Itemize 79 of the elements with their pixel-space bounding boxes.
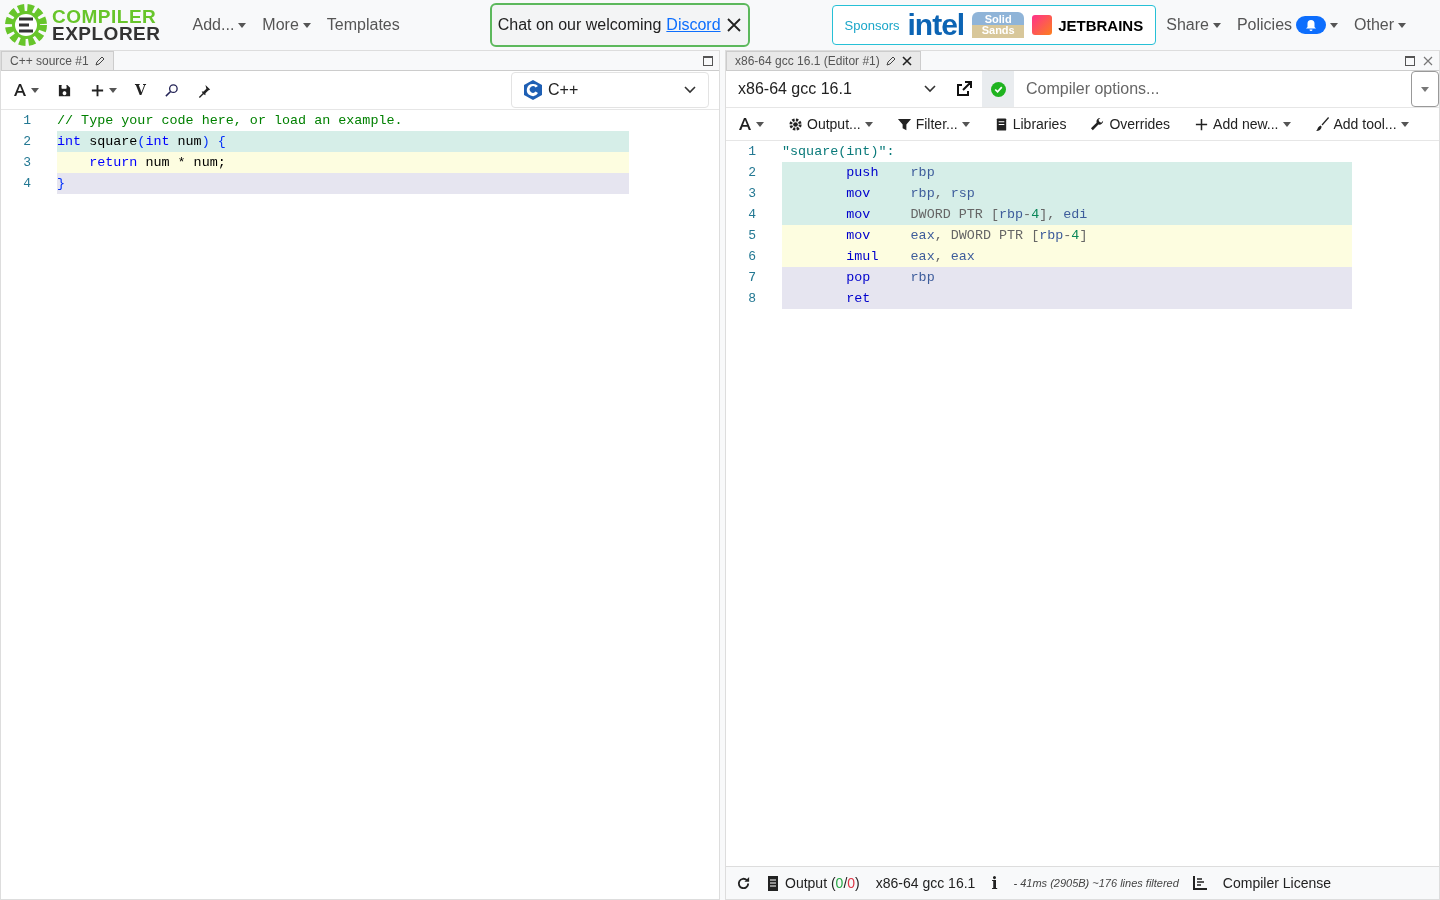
caret-icon [1421,86,1429,92]
vim-button[interactable]: V [133,80,148,100]
code-line: // Type your code here, or load an example. [57,112,404,130]
font-size-button[interactable] [736,115,766,133]
jetbrains-mark-icon [1032,15,1053,35]
sponsors-label: Sponsors [844,17,900,33]
line-number: 5 [747,228,756,243]
cpp-logo-icon [524,80,542,100]
line-number: 3 [22,155,31,170]
code-line: "square(int)": [782,143,896,161]
wrench-icon [1090,116,1106,132]
font-icon [738,117,752,131]
toolbar-button[interactable]: Overrides [1088,114,1173,134]
line-number: 6 [747,249,756,264]
sponsor-logo: intel [907,8,965,42]
gear-icon [788,116,803,132]
sponsor-logo: JETBRAINS [1058,16,1144,34]
pencil-icon[interactable] [885,56,896,66]
maximize-icon[interactable] [1405,55,1415,66]
line-number: 1 [22,113,31,128]
menu-item[interactable]: Share [1158,10,1229,40]
discord-link[interactable]: Discord [666,16,721,34]
license-link[interactable]: Compiler License [1220,873,1334,893]
line-number: 2 [22,134,31,149]
toolbar-button[interactable]: Libraries [991,114,1069,134]
gear-logo-icon [4,3,48,47]
caret-icon [1212,22,1221,28]
sponsors-banner[interactable]: Sponsors intel Solid Sands JETBRAINS [831,5,1157,45]
logo-text[interactable]: COMPILER EXPLORER [52,8,161,42]
compiler-tab[interactable]: x86-64 gcc 16.1 (Editor #1) [726,51,921,70]
line-number: 8 [747,291,756,306]
sponsor-logo: Solid Sands [972,12,1025,38]
language-select[interactable]: C++ [511,72,709,108]
filter-icon [896,116,912,132]
close-icon[interactable] [725,17,742,33]
save-icon [57,82,72,98]
compiler-name: x86-64 gcc 16.1 [875,875,976,891]
chevron-icon [924,85,936,93]
plus-icon [1194,116,1210,132]
external-link-icon [956,81,972,97]
caret-icon [1398,22,1407,28]
timing-text: - 41ms (2905B) ~176 lines filtered [1013,877,1179,889]
search-icon [163,82,179,98]
options-dropdown-button[interactable] [1411,71,1439,107]
line-number: 4 [747,207,756,222]
plus-icon [90,82,105,98]
brush-icon [1314,116,1330,132]
font-size-button[interactable] [11,81,41,99]
caret-icon [31,87,39,93]
close-icon[interactable] [901,56,912,66]
caret-icon [1330,22,1339,28]
line-number: 4 [22,176,31,191]
line-number: 7 [747,270,756,285]
caret-icon [109,87,117,93]
output-button[interactable]: Output (0/0) [765,873,862,893]
toolbar-button[interactable]: Add new... [1192,114,1293,134]
line-number: 3 [747,186,756,201]
maximize-icon[interactable] [703,55,713,66]
toolbar-button[interactable]: Output... [786,114,875,134]
document-icon [767,875,779,891]
menu-item[interactable]: Other [1346,10,1415,40]
font-icon [13,83,27,97]
chevron-icon [684,86,696,94]
refresh-icon[interactable] [736,875,751,891]
chart-icon[interactable] [1192,876,1207,890]
menu-item[interactable]: Policies [1228,10,1347,40]
pencil-icon[interactable] [94,56,105,66]
notice-text: Chat on our welcoming [497,16,662,34]
toolbar-button[interactable]: Add tool... [1312,114,1411,134]
caret-icon [756,121,764,127]
menu-item[interactable]: Templates [318,10,408,40]
toolbar-button[interactable]: Filter... [894,114,972,134]
line-number: 1 [747,144,756,159]
line-number: 2 [747,165,756,180]
info-button[interactable]: i [989,871,1000,895]
success-icon [990,81,1006,97]
menu-item[interactable]: More [254,10,319,40]
editor-tab[interactable]: C++ source #1 [1,51,114,70]
menu-item[interactable]: Add... [184,10,255,40]
